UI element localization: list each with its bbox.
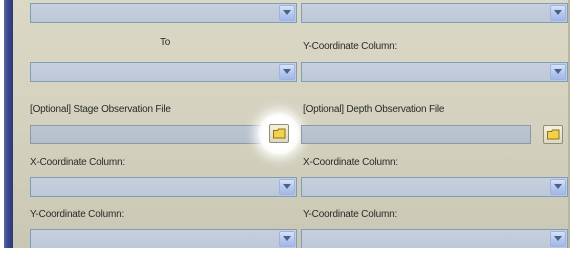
y-coordinate-column-label-left: Y-Coordinate Column: — [30, 209, 125, 220]
bottom-edge — [0, 248, 572, 253]
x-coordinate-column-label-right: X-Coordinate Column: — [303, 157, 398, 168]
chevron-down-icon[interactable] — [550, 179, 566, 195]
y-coordinate-combo-top[interactable] — [301, 62, 568, 82]
stage-observation-file-label: [Optional] Stage Observation File — [30, 104, 171, 115]
x-coordinate-combo-left[interactable] — [30, 177, 297, 197]
depth-file-browse-button[interactable] — [543, 125, 563, 144]
to-label: To — [160, 37, 171, 48]
y-coordinate-combo-left[interactable] — [30, 229, 297, 249]
chevron-down-icon[interactable] — [550, 64, 566, 80]
left-border-bar — [4, 0, 13, 253]
y-coordinate-combo-right[interactable] — [301, 229, 568, 249]
chevron-down-icon[interactable] — [550, 5, 566, 21]
folder-icon — [273, 128, 286, 139]
y-coordinate-column-label-right: Y-Coordinate Column: — [303, 209, 398, 220]
window: To Y-Coordinate Column: [Optional] Stage… — [0, 0, 572, 253]
chevron-down-icon[interactable] — [279, 64, 295, 80]
stage-file-browse-button[interactable] — [269, 124, 289, 143]
top-left-combo[interactable] — [30, 3, 297, 23]
browse-highlight — [258, 113, 300, 155]
depth-observation-file-label: [Optional] Depth Observation File — [303, 104, 445, 115]
x-coordinate-column-label-left: X-Coordinate Column: — [30, 157, 125, 168]
stage-observation-file-input[interactable] — [30, 125, 262, 144]
chevron-down-icon[interactable] — [550, 231, 566, 247]
depth-observation-file-input[interactable] — [301, 125, 531, 144]
top-right-combo[interactable] — [301, 3, 568, 23]
folder-icon — [547, 129, 560, 140]
x-coordinate-combo-right[interactable] — [301, 177, 568, 197]
to-combo[interactable] — [30, 62, 297, 82]
chevron-down-icon[interactable] — [279, 5, 295, 21]
y-coordinate-column-label: Y-Coordinate Column: — [303, 41, 398, 52]
chevron-down-icon[interactable] — [279, 231, 295, 247]
chevron-down-icon[interactable] — [279, 179, 295, 195]
